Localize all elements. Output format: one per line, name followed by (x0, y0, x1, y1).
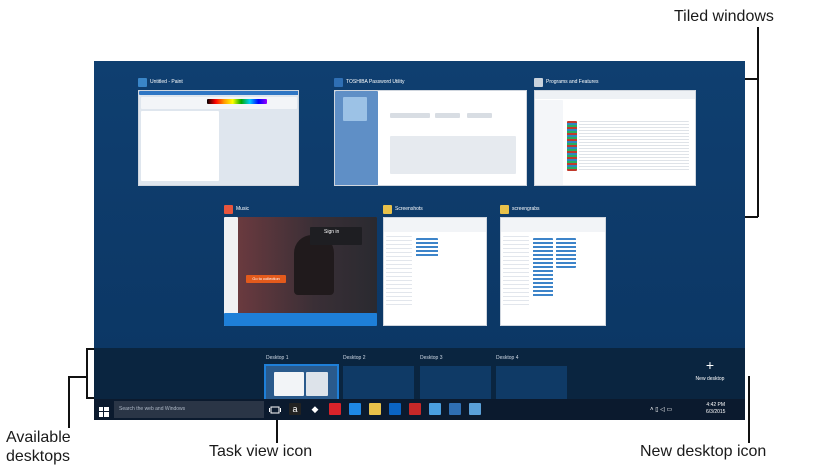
date-text: 6/3/2015 (706, 409, 726, 415)
paint-window[interactable]: Untitled - Paint (138, 75, 299, 186)
search-box[interactable]: Search the web and Windows (114, 401, 264, 418)
toshiba-window-body (334, 90, 527, 186)
desktop-2-label: Desktop 2 (343, 355, 366, 361)
screenshots-title-text: Screenshots (395, 206, 423, 212)
task-view-icon-callout: Task view icon (209, 443, 313, 460)
programs-window-body (534, 90, 696, 186)
screenshots-window-body (383, 217, 487, 326)
task-view-area: Untitled - Paint TOSHIBA Password Utilit… (94, 61, 745, 348)
music-sign-in-popup[interactable]: Sign in (310, 227, 362, 245)
screengrabs-title-text: screengrabs (512, 206, 540, 212)
windows-screen: Untitled - Paint TOSHIBA Password Utilit… (94, 61, 745, 420)
desktops-line-h (68, 376, 87, 378)
available-desktops-callout: Available desktops (6, 429, 71, 465)
music-window-body: Sign in Go to collection (224, 217, 377, 326)
task-view-line (276, 417, 278, 443)
screengrabs-window-title: screengrabs (500, 202, 540, 216)
screenshots-window[interactable]: Screenshots (383, 202, 487, 326)
network-icon[interactable]: ▯ (655, 407, 658, 413)
file-explorer-icon[interactable] (369, 403, 381, 415)
system-tray: ˄ ▯ ◁ ▭ (650, 406, 700, 414)
search-placeholder: Search the web and Windows (119, 406, 186, 412)
music-window-title: Music (224, 202, 249, 216)
desktops-bar: Desktop 1 Desktop 2 Desktop 3 Desktop 4 … (94, 348, 745, 406)
go-to-collection-button[interactable]: Go to collection (246, 275, 286, 283)
screengrabs-window[interactable]: screengrabs (500, 202, 606, 326)
paint-icon (138, 77, 147, 87)
app-icon-red[interactable] (409, 403, 421, 415)
programs-window[interactable]: Programs and Features (534, 75, 696, 186)
notifications-icon[interactable]: ▭ (666, 407, 672, 413)
dropbox-icon[interactable]: ◆ (309, 403, 321, 415)
tiled-windows-callout: Tiled windows (674, 8, 774, 25)
plus-icon: + (705, 357, 715, 373)
go-to-collection-text: Go to collection (252, 276, 280, 281)
desktops-line-v (68, 376, 70, 428)
sign-in-text: Sign in (324, 229, 340, 235)
new-desktop-line (748, 376, 750, 443)
task-view-button[interactable] (269, 403, 281, 415)
tray-chevron-icon[interactable]: ˄ (650, 407, 654, 413)
start-button[interactable] (99, 404, 109, 417)
paint-title-text: Untitled - Paint (150, 79, 183, 85)
browser-icon[interactable] (349, 403, 361, 415)
programs-window-title: Programs and Features (534, 75, 599, 89)
music-icon (224, 204, 233, 214)
toshiba-app-icon[interactable] (329, 403, 341, 415)
tiled-windows-line (757, 27, 759, 217)
desktop-1-label: Desktop 1 (266, 355, 289, 361)
paint-window-title: Untitled - Paint (138, 75, 183, 89)
amazon-icon[interactable]: a (289, 403, 301, 415)
new-desktop-button[interactable]: + New desktop (690, 358, 730, 394)
outlook-icon[interactable] (389, 403, 401, 415)
desktops-bracket (86, 348, 88, 398)
desktop-4-label: Desktop 4 (496, 355, 519, 361)
music-title-text: Music (236, 206, 250, 212)
clock[interactable]: 4:42 PM 6/3/2015 (706, 402, 725, 416)
music-window[interactable]: Music Sign in Go to collection (224, 202, 377, 326)
toshiba-window-title: TOSHIBA Password Utility (334, 75, 405, 89)
paint-window-body (138, 90, 299, 186)
programs-icon (534, 77, 543, 87)
taskbar: Search the web and Windows a ◆ ˄ ▯ ◁ ▭ 4… (94, 399, 745, 420)
new-desktop-label: New desktop (695, 376, 725, 382)
toshiba-title-text: TOSHIBA Password Utility (346, 79, 405, 85)
folder-icon (500, 204, 509, 214)
screenshots-window-title: Screenshots (383, 202, 423, 216)
password-utility-icon[interactable] (449, 403, 461, 415)
toshiba-window[interactable]: TOSHIBA Password Utility (334, 75, 527, 186)
windows-logo-icon (99, 407, 109, 417)
toshiba-icon (334, 77, 343, 87)
paint-taskbar-icon[interactable] (469, 403, 481, 415)
task-view-icon (269, 406, 281, 414)
screengrabs-window-body (500, 217, 606, 326)
programs-title-text: Programs and Features (546, 79, 599, 85)
folder-icon (383, 204, 392, 214)
time-text: 4:42 PM (706, 402, 726, 408)
new-desktop-icon-callout: New desktop icon (640, 443, 767, 460)
volume-icon[interactable]: ◁ (660, 407, 665, 413)
desktop-3-label: Desktop 3 (420, 355, 443, 361)
document-icon[interactable] (429, 403, 441, 415)
